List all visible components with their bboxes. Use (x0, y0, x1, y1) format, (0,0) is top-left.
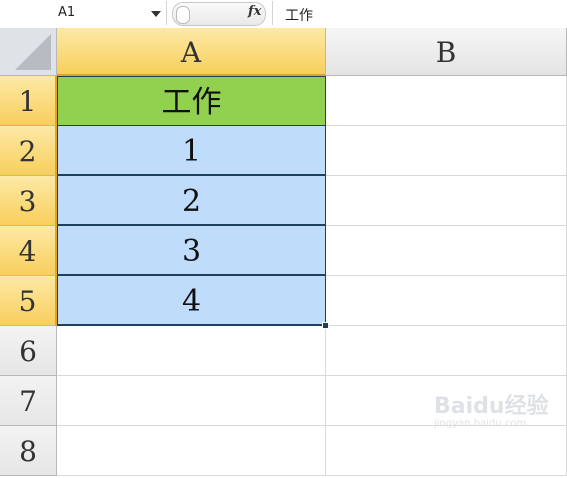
name-box-value: A1 (58, 5, 76, 20)
watermark-main: Baidu经验 (434, 394, 549, 419)
toggle-knob (176, 6, 190, 24)
row-header-2[interactable]: 2 (0, 126, 57, 176)
row-header-5[interactable]: 5 (0, 276, 57, 326)
row-header-1[interactable]: 1 (0, 76, 57, 126)
fill-handle[interactable] (322, 322, 329, 329)
row-header-8[interactable]: 8 (0, 426, 57, 476)
cell-a4[interactable]: 3 (57, 226, 326, 276)
row-header-6[interactable]: 6 (0, 326, 57, 376)
formula-input-value: 工作 (285, 8, 313, 24)
cell-a6[interactable] (57, 326, 326, 376)
name-box[interactable]: A1 (0, 1, 167, 25)
cell-b3[interactable] (326, 176, 567, 226)
cell-a7[interactable] (57, 376, 326, 426)
column-header-a[interactable]: A (57, 28, 326, 76)
cell-a1[interactable]: 工作 (57, 76, 326, 126)
cell-a8[interactable] (57, 426, 326, 476)
cell-b5[interactable] (326, 276, 567, 326)
select-all-corner[interactable] (0, 28, 57, 76)
cell-a5[interactable]: 4 (57, 276, 326, 326)
formula-bar: A1 fx 工作 (0, 0, 567, 29)
row-header-4[interactable]: 4 (0, 226, 57, 276)
cell-b8[interactable] (326, 426, 567, 476)
watermark: Baidu经验 jingyan.baidu.com (434, 388, 549, 429)
formula-buttons: fx (170, 1, 270, 26)
cell-a2[interactable]: 1 (57, 126, 326, 176)
chevron-down-icon[interactable] (151, 11, 161, 17)
watermark-sub: jingyan.baidu.com (434, 418, 527, 429)
row-header-7[interactable]: 7 (0, 376, 57, 426)
cell-b1[interactable] (326, 76, 567, 126)
row-header-3[interactable]: 3 (0, 176, 57, 226)
cell-b6[interactable] (326, 326, 567, 376)
formula-input[interactable]: 工作 (272, 1, 567, 25)
insert-function-icon[interactable]: fx (248, 4, 261, 19)
column-header-b[interactable]: B (326, 28, 567, 76)
cell-b4[interactable] (326, 226, 567, 276)
cell-a3[interactable]: 2 (57, 176, 326, 226)
select-all-icon (15, 34, 51, 70)
cell-b2[interactable] (326, 126, 567, 176)
